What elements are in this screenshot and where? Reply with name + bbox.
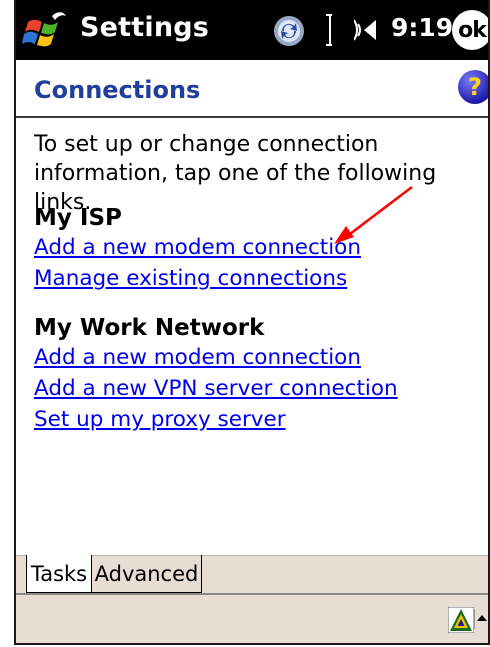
link-work-set-up-proxy-server[interactable]: Set up my proxy server: [34, 407, 286, 432]
tab-tasks[interactable]: Tasks: [26, 555, 92, 593]
command-bar: [16, 593, 488, 643]
ok-button[interactable]: ok: [452, 10, 488, 50]
device-screen: Settings 9:19 ok Connections ? To set up…: [14, 0, 490, 645]
up-arrow-icon[interactable]: [474, 609, 488, 629]
page-title: Connections: [34, 76, 201, 104]
link-work-add-modem-connection[interactable]: Add a new modem connection: [34, 345, 361, 370]
section-heading-my-isp: My ISP: [34, 205, 122, 231]
page-header: Connections ?: [16, 60, 488, 118]
header-divider: [16, 116, 488, 118]
windows-flag-icon[interactable]: [22, 8, 68, 52]
activesync-icon[interactable]: [272, 14, 306, 48]
help-icon[interactable]: ?: [458, 70, 488, 104]
window-title: Settings: [80, 12, 210, 43]
title-bar: Settings 9:19 ok: [16, 0, 488, 60]
red-arrow-icon: [334, 186, 413, 244]
input-panel-icon[interactable]: [448, 607, 474, 633]
link-isp-manage-existing-connections[interactable]: Manage existing connections: [34, 266, 347, 291]
tab-strip: Tasks Advanced: [16, 555, 488, 593]
tab-advanced[interactable]: Advanced: [92, 555, 202, 593]
link-work-add-vpn-server-connection[interactable]: Add a new VPN server connection: [34, 376, 398, 401]
section-heading-my-work-network: My Work Network: [34, 315, 265, 341]
link-isp-add-modem-connection[interactable]: Add a new modem connection: [34, 235, 361, 260]
signal-icon[interactable]: [326, 12, 340, 48]
clock[interactable]: 9:19: [391, 13, 453, 42]
speaker-icon[interactable]: [354, 15, 390, 45]
